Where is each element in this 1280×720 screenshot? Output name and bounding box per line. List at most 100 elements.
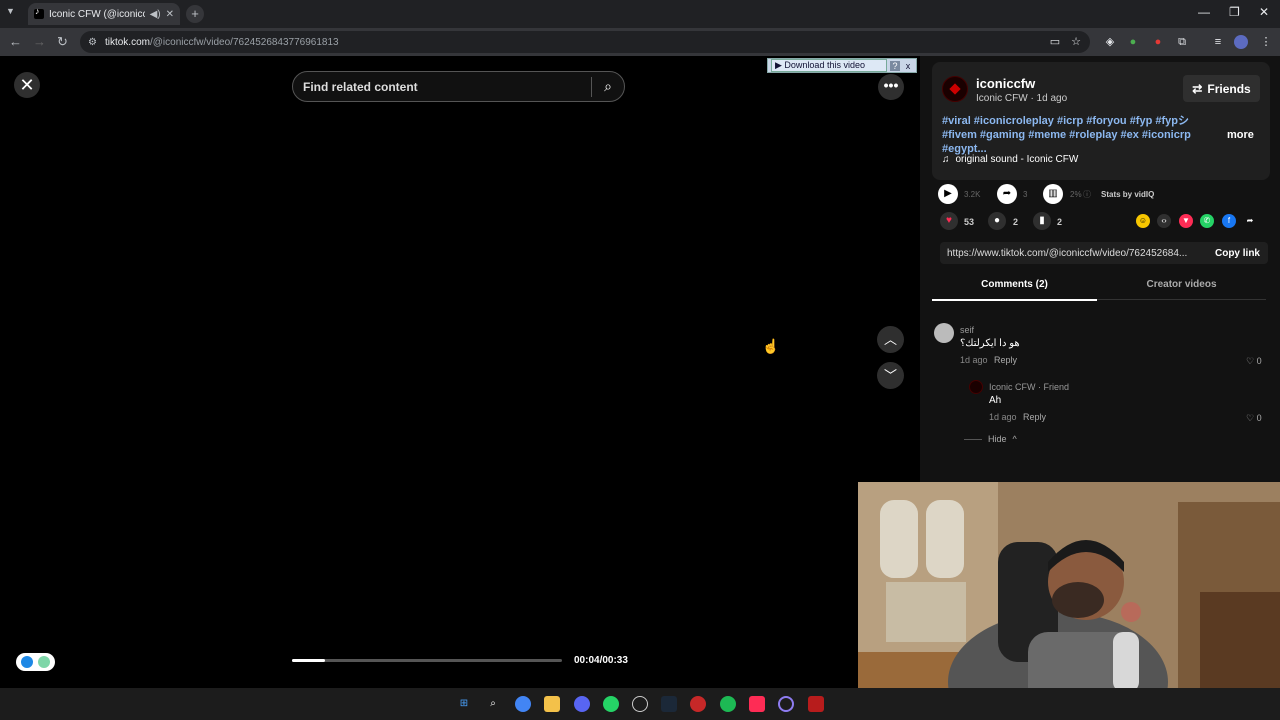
floating-extension-widget[interactable] bbox=[16, 653, 55, 671]
heart-outline-icon: ♡ bbox=[1246, 356, 1257, 366]
app-circle-icon[interactable] bbox=[632, 696, 648, 712]
minimize-icon[interactable]: — bbox=[1198, 5, 1210, 19]
comment-author[interactable]: seif bbox=[960, 325, 974, 335]
embed-code-icon[interactable]: ‹› bbox=[1157, 214, 1171, 228]
browser-menu-icon[interactable]: ⋮ bbox=[1259, 35, 1273, 49]
reply-text: Ah bbox=[989, 395, 1002, 406]
share-send-icon[interactable]: ▼ bbox=[1179, 214, 1193, 228]
extension-leaf-icon[interactable]: ● bbox=[1126, 35, 1140, 49]
download-video-button[interactable]: ▶ Download this video bbox=[771, 59, 887, 72]
music-title: original sound - Iconic CFW bbox=[955, 154, 1079, 165]
description-more-link[interactable]: more bbox=[1227, 129, 1254, 141]
search-icon[interactable]: ⌕ bbox=[592, 78, 624, 95]
tab-list-chevron-icon[interactable]: ▼ bbox=[6, 6, 15, 16]
site-info-icon[interactable]: ⚙ bbox=[88, 37, 97, 48]
previous-video-chevron-up-icon[interactable]: ︿ bbox=[877, 326, 904, 353]
video-info-card: iconiccfw Iconic CFW · 1d ago ⇄ Friends … bbox=[932, 62, 1270, 180]
new-tab-plus-icon[interactable]: + bbox=[186, 5, 204, 23]
comment-text: هو دا ايكرلتك؟ bbox=[960, 338, 1020, 349]
extension-shield-icon[interactable]: ◈ bbox=[1103, 35, 1117, 49]
red-app-icon[interactable] bbox=[690, 696, 706, 712]
forward-arrow-icon[interactable]: → bbox=[33, 34, 46, 49]
video-url-text[interactable]: https://www.tiktok.com/@iconiccfw/video/… bbox=[940, 248, 1207, 259]
reload-icon[interactable]: ↻ bbox=[57, 34, 68, 50]
discord-icon[interactable] bbox=[574, 696, 590, 712]
mouse-cursor-icon: ☝ bbox=[762, 338, 780, 354]
bookmark-star-icon[interactable]: ☆ bbox=[1069, 35, 1083, 49]
tab-creator-videos[interactable]: Creator videos bbox=[1099, 279, 1264, 290]
whatsapp-icon[interactable]: ✆ bbox=[1200, 214, 1214, 228]
adobe-icon[interactable] bbox=[808, 696, 824, 712]
share-arrow-icon[interactable]: ➦ bbox=[1243, 214, 1257, 228]
steam-icon[interactable] bbox=[661, 696, 677, 712]
spotify-icon[interactable] bbox=[720, 696, 736, 712]
chevron-up-icon: ^ bbox=[1012, 434, 1017, 444]
bookmark-icon[interactable]: ▮ bbox=[1033, 212, 1051, 230]
tab-comments[interactable]: Comments (2) bbox=[932, 279, 1097, 301]
creator-avatar[interactable] bbox=[942, 76, 968, 102]
commenter-avatar[interactable] bbox=[934, 323, 954, 343]
reply-author-avatar[interactable] bbox=[969, 380, 983, 394]
widget-status-icon[interactable] bbox=[37, 656, 50, 668]
speaker-icon[interactable]: ◀) bbox=[150, 9, 161, 20]
whatsapp-taskbar-icon[interactable] bbox=[603, 696, 619, 712]
tiktok-favicon-icon bbox=[34, 6, 44, 19]
video-link-box: https://www.tiktok.com/@iconiccfw/video/… bbox=[940, 242, 1268, 264]
share-emoji-icon[interactable]: ☺ bbox=[1136, 214, 1150, 228]
taskbar-search-icon[interactable]: ⌕ bbox=[485, 696, 501, 712]
maximize-icon[interactable]: ❐ bbox=[1229, 5, 1240, 19]
cast-icon[interactable]: ▭ bbox=[1048, 35, 1062, 49]
comment-time: 1d ago bbox=[960, 355, 988, 365]
extension-red-icon[interactable]: ● bbox=[1151, 35, 1165, 49]
vidiq-stats-label[interactable]: Stats by vidIQ bbox=[1101, 190, 1154, 199]
reply-reply-button[interactable]: Reply bbox=[1023, 412, 1046, 422]
profile-avatar-icon[interactable] bbox=[1234, 35, 1248, 49]
video-player-area: ✕ ⌕ ▶ Download this video ? x ••• ︿ ﹀ 00… bbox=[0, 56, 920, 688]
play-count-icon: ▶ bbox=[938, 184, 958, 204]
close-video-button[interactable]: ✕ bbox=[14, 72, 40, 98]
comment-count: 2 bbox=[1013, 217, 1019, 227]
obs-icon[interactable] bbox=[778, 696, 794, 712]
creator-username[interactable]: iconiccfw bbox=[976, 76, 1035, 91]
related-search-input[interactable] bbox=[303, 79, 591, 94]
video-hashtags[interactable]: #viral #iconicroleplay #icrp #foryou #fy… bbox=[942, 114, 1212, 156]
engagement-rate: 2% bbox=[1070, 190, 1082, 199]
extensions-puzzle-icon[interactable]: ⧉ bbox=[1175, 35, 1189, 49]
info-circle-icon[interactable]: ⓘ bbox=[1083, 189, 1091, 200]
browser-tab[interactable]: Iconic CFW (@iconiccfw) | T ◀) ✕ bbox=[28, 3, 180, 25]
reading-list-icon[interactable]: ≡ bbox=[1211, 35, 1225, 49]
music-line[interactable]: ♫ original sound - Iconic CFW bbox=[942, 154, 1078, 165]
more-options-icon[interactable]: ••• bbox=[878, 74, 904, 100]
facebook-icon[interactable]: f bbox=[1222, 214, 1236, 228]
windows-start-icon[interactable]: ⊞ bbox=[456, 696, 472, 712]
reply-like-count: 0 bbox=[1256, 413, 1262, 423]
reply-author[interactable]: Iconic CFW · Friend bbox=[989, 382, 1069, 392]
music-note-icon: ♫ bbox=[942, 154, 950, 165]
hide-replies-button[interactable]: Hide ^ bbox=[964, 434, 1017, 444]
related-search-box[interactable]: ⌕ bbox=[292, 71, 625, 102]
comment-reply-button[interactable]: Reply bbox=[994, 355, 1017, 365]
video-frame[interactable] bbox=[281, 56, 636, 688]
back-arrow-icon[interactable]: ← bbox=[9, 34, 22, 49]
url-omnibox[interactable]: ⚙ tiktok.com/@iconiccfw/video/7624526843… bbox=[80, 31, 1090, 53]
download-help-button[interactable]: ? bbox=[890, 60, 900, 71]
video-progress-bar[interactable] bbox=[292, 659, 562, 662]
friends-button[interactable]: ⇄ Friends bbox=[1183, 75, 1260, 102]
heart-outline-icon: ♡ bbox=[1246, 413, 1257, 423]
download-close-button[interactable]: x bbox=[903, 61, 913, 71]
like-heart-icon[interactable]: ♥ bbox=[940, 212, 958, 230]
widget-play-icon[interactable] bbox=[21, 656, 34, 668]
window-close-icon[interactable]: ✕ bbox=[1259, 5, 1269, 19]
tiktok-taskbar-icon[interactable] bbox=[749, 696, 765, 712]
copy-link-button[interactable]: Copy link bbox=[1207, 248, 1268, 259]
hide-divider bbox=[964, 438, 982, 440]
next-video-chevron-down-icon[interactable]: ﹀ bbox=[877, 362, 904, 389]
tab-close-icon[interactable]: ✕ bbox=[166, 9, 174, 20]
comment-like-button[interactable]: ♡ 0 bbox=[1246, 356, 1262, 367]
comment-bubble-icon[interactable]: ● bbox=[988, 212, 1006, 230]
chrome-icon[interactable] bbox=[515, 696, 531, 712]
share-count: 3 bbox=[1023, 190, 1028, 199]
file-explorer-icon[interactable] bbox=[544, 696, 560, 712]
share-count-icon: ➦ bbox=[997, 184, 1017, 204]
reply-like-button[interactable]: ♡ 0 bbox=[1246, 413, 1262, 424]
